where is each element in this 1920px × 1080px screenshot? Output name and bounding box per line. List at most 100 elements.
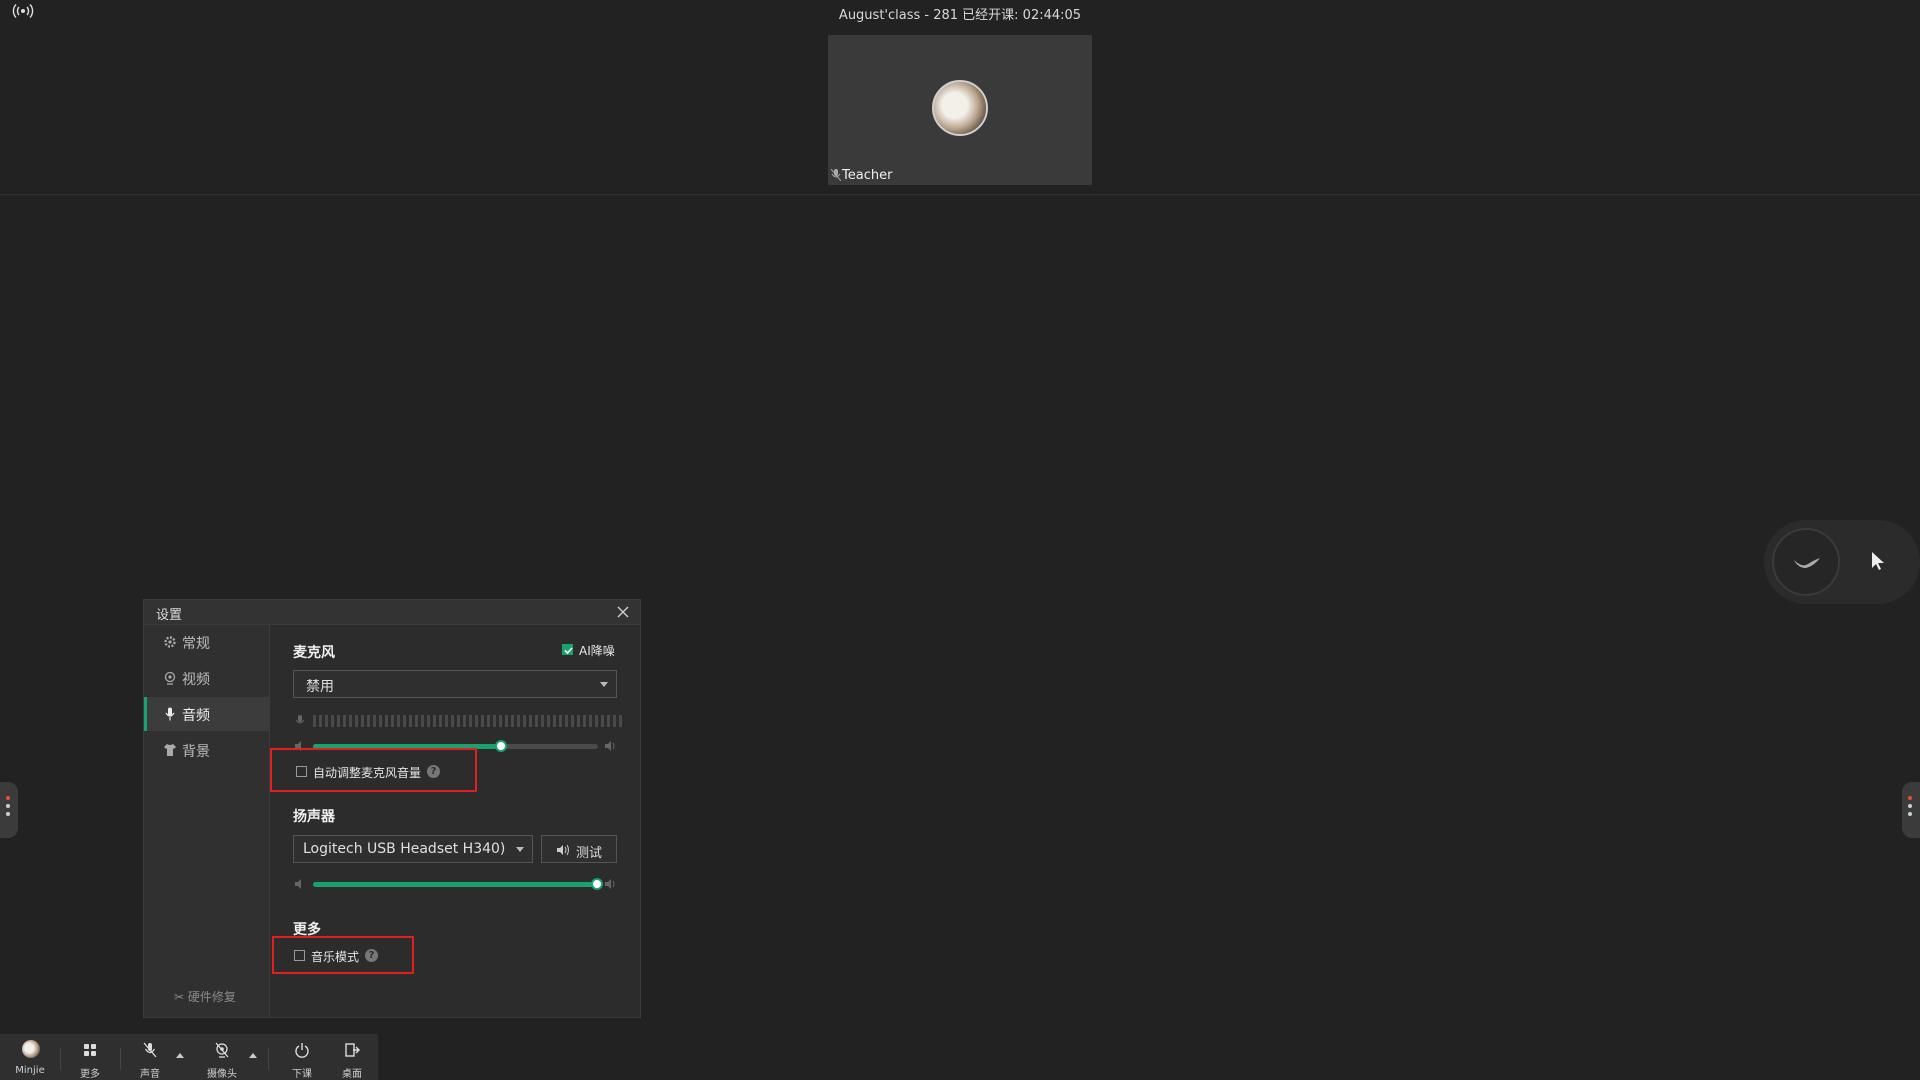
meter-tick: [427, 715, 430, 727]
settings-nav: 常规 视频 音频 背景 ✂ 硬件修复: [144, 625, 270, 1017]
user-name-label: Minjie: [15, 1065, 45, 1076]
meter-tick: [469, 715, 472, 727]
end-class-button[interactable]: 下课: [280, 1038, 324, 1080]
pen-tool-button[interactable]: [1772, 528, 1840, 596]
cursor-icon[interactable]: [1868, 550, 1888, 572]
speaker-test-button[interactable]: 测试: [541, 835, 617, 863]
wrench-icon: ✂: [174, 990, 185, 1004]
grid-icon: [84, 1044, 96, 1056]
nav-label: 音频: [182, 708, 210, 724]
microphone-muted-icon: [831, 169, 841, 181]
meter-tick: [535, 715, 538, 727]
meter-tick: [379, 715, 382, 727]
swoosh-icon: [1794, 558, 1820, 568]
meter-tick: [481, 715, 484, 727]
left-side-handle[interactable]: [0, 782, 18, 838]
ai-noise-checkbox[interactable]: [562, 644, 573, 655]
microphone-volume-fill: [313, 744, 501, 749]
camera-options-caret[interactable]: [249, 1053, 257, 1058]
help-icon[interactable]: ?: [365, 949, 378, 962]
speaker-volume-thumb[interactable]: [591, 878, 603, 890]
microphone-select-value: 禁用: [306, 679, 334, 695]
music-mode-checkbox[interactable]: [294, 950, 305, 961]
nav-label: 背景: [182, 744, 210, 760]
class-title: August'class - 281 已经开课: 02:44:05: [838, 8, 1082, 23]
more-label: 更多: [80, 1069, 100, 1080]
speaker-test-label: 测试: [576, 846, 603, 861]
meter-tick: [523, 715, 526, 727]
microphone-level-icon: [295, 715, 305, 724]
meter-tick: [445, 715, 448, 727]
bottom-toolbar: Minjie 更多 声音 摄像头 下课 桌面: [0, 1034, 378, 1080]
teacher-name: Teacher: [842, 168, 893, 183]
meter-tick: [493, 715, 496, 727]
user-profile-button[interactable]: Minjie: [8, 1038, 52, 1078]
camera-off-icon: [215, 1042, 229, 1058]
meter-tick: [601, 715, 604, 727]
check-icon: [564, 647, 573, 655]
camera-icon: [164, 671, 176, 685]
hardware-repair-link[interactable]: ✂ 硬件修复: [174, 988, 236, 1005]
volume-low-icon: [295, 879, 301, 889]
meter-tick: [505, 715, 508, 727]
meter-tick: [565, 715, 568, 727]
floating-control: [1764, 520, 1920, 604]
shirt-icon: [164, 744, 176, 756]
gear-icon: [164, 636, 176, 648]
toolbar-divider: [120, 1048, 121, 1070]
speaker-volume-fill: [313, 882, 597, 887]
desktop-label: 桌面: [342, 1069, 362, 1080]
more-section-title: 更多: [293, 922, 321, 938]
meter-tick: [607, 715, 610, 727]
teacher-avatar: [932, 80, 988, 136]
speaker-volume-slider[interactable]: [313, 878, 603, 890]
meter-tick: [487, 715, 490, 727]
meter-tick: [463, 715, 466, 727]
meter-tick: [391, 715, 394, 727]
right-side-handle[interactable]: [1902, 782, 1920, 838]
camera-button[interactable]: 摄像头: [200, 1038, 244, 1080]
audio-button[interactable]: 声音: [128, 1038, 172, 1080]
meter-tick: [619, 715, 622, 727]
microphone-icon: [165, 707, 175, 721]
meter-tick: [451, 715, 454, 727]
meter-tick: [319, 715, 322, 727]
meter-tick: [385, 715, 388, 727]
ai-noise-label: AI降噪: [579, 644, 615, 658]
meter-tick: [475, 715, 478, 727]
help-icon[interactable]: ?: [427, 765, 440, 778]
power-icon: [295, 1043, 309, 1058]
microphone-section-title: 麦克风: [293, 645, 335, 661]
desktop-button[interactable]: 桌面: [330, 1038, 374, 1080]
nav-item-video[interactable]: 视频: [144, 661, 269, 695]
close-icon[interactable]: [616, 605, 630, 619]
meter-tick: [439, 715, 442, 727]
auto-adjust-mic-checkbox[interactable]: [296, 766, 307, 777]
speaker-select[interactable]: Logitech USB Headset H340): [293, 835, 533, 863]
nav-item-general[interactable]: 常规: [144, 625, 269, 659]
camera-label: 摄像头: [207, 1069, 237, 1080]
volume-high-icon: [605, 879, 615, 889]
nav-item-audio[interactable]: 音频: [144, 697, 269, 731]
teacher-video-tile[interactable]: Teacher: [828, 35, 1092, 185]
header-divider: [0, 194, 1920, 195]
meter-tick: [577, 715, 580, 727]
speaker-icon: [557, 844, 569, 856]
meter-tick: [583, 715, 586, 727]
microphone-volume-thumb[interactable]: [495, 740, 507, 752]
more-dots-icon: [1908, 796, 1912, 820]
avatar: [22, 1040, 40, 1058]
meter-tick: [355, 715, 358, 727]
meter-tick: [397, 715, 400, 727]
more-dots-icon: [6, 796, 10, 820]
audio-options-caret[interactable]: [176, 1053, 184, 1058]
nav-item-background[interactable]: 背景: [144, 733, 269, 767]
microphone-select[interactable]: 禁用: [293, 670, 617, 698]
settings-dialog: 设置 常规 视频 音频 背景 ✂ 硬件修复 麦克风 AI降噪 禁用 自动调整麦克…: [143, 599, 641, 1018]
meter-tick: [331, 715, 334, 727]
nav-label: 视频: [182, 672, 210, 688]
microphone-volume-slider[interactable]: [313, 740, 598, 752]
more-button[interactable]: 更多: [68, 1038, 112, 1080]
meter-tick: [433, 715, 436, 727]
meter-tick: [373, 715, 376, 727]
